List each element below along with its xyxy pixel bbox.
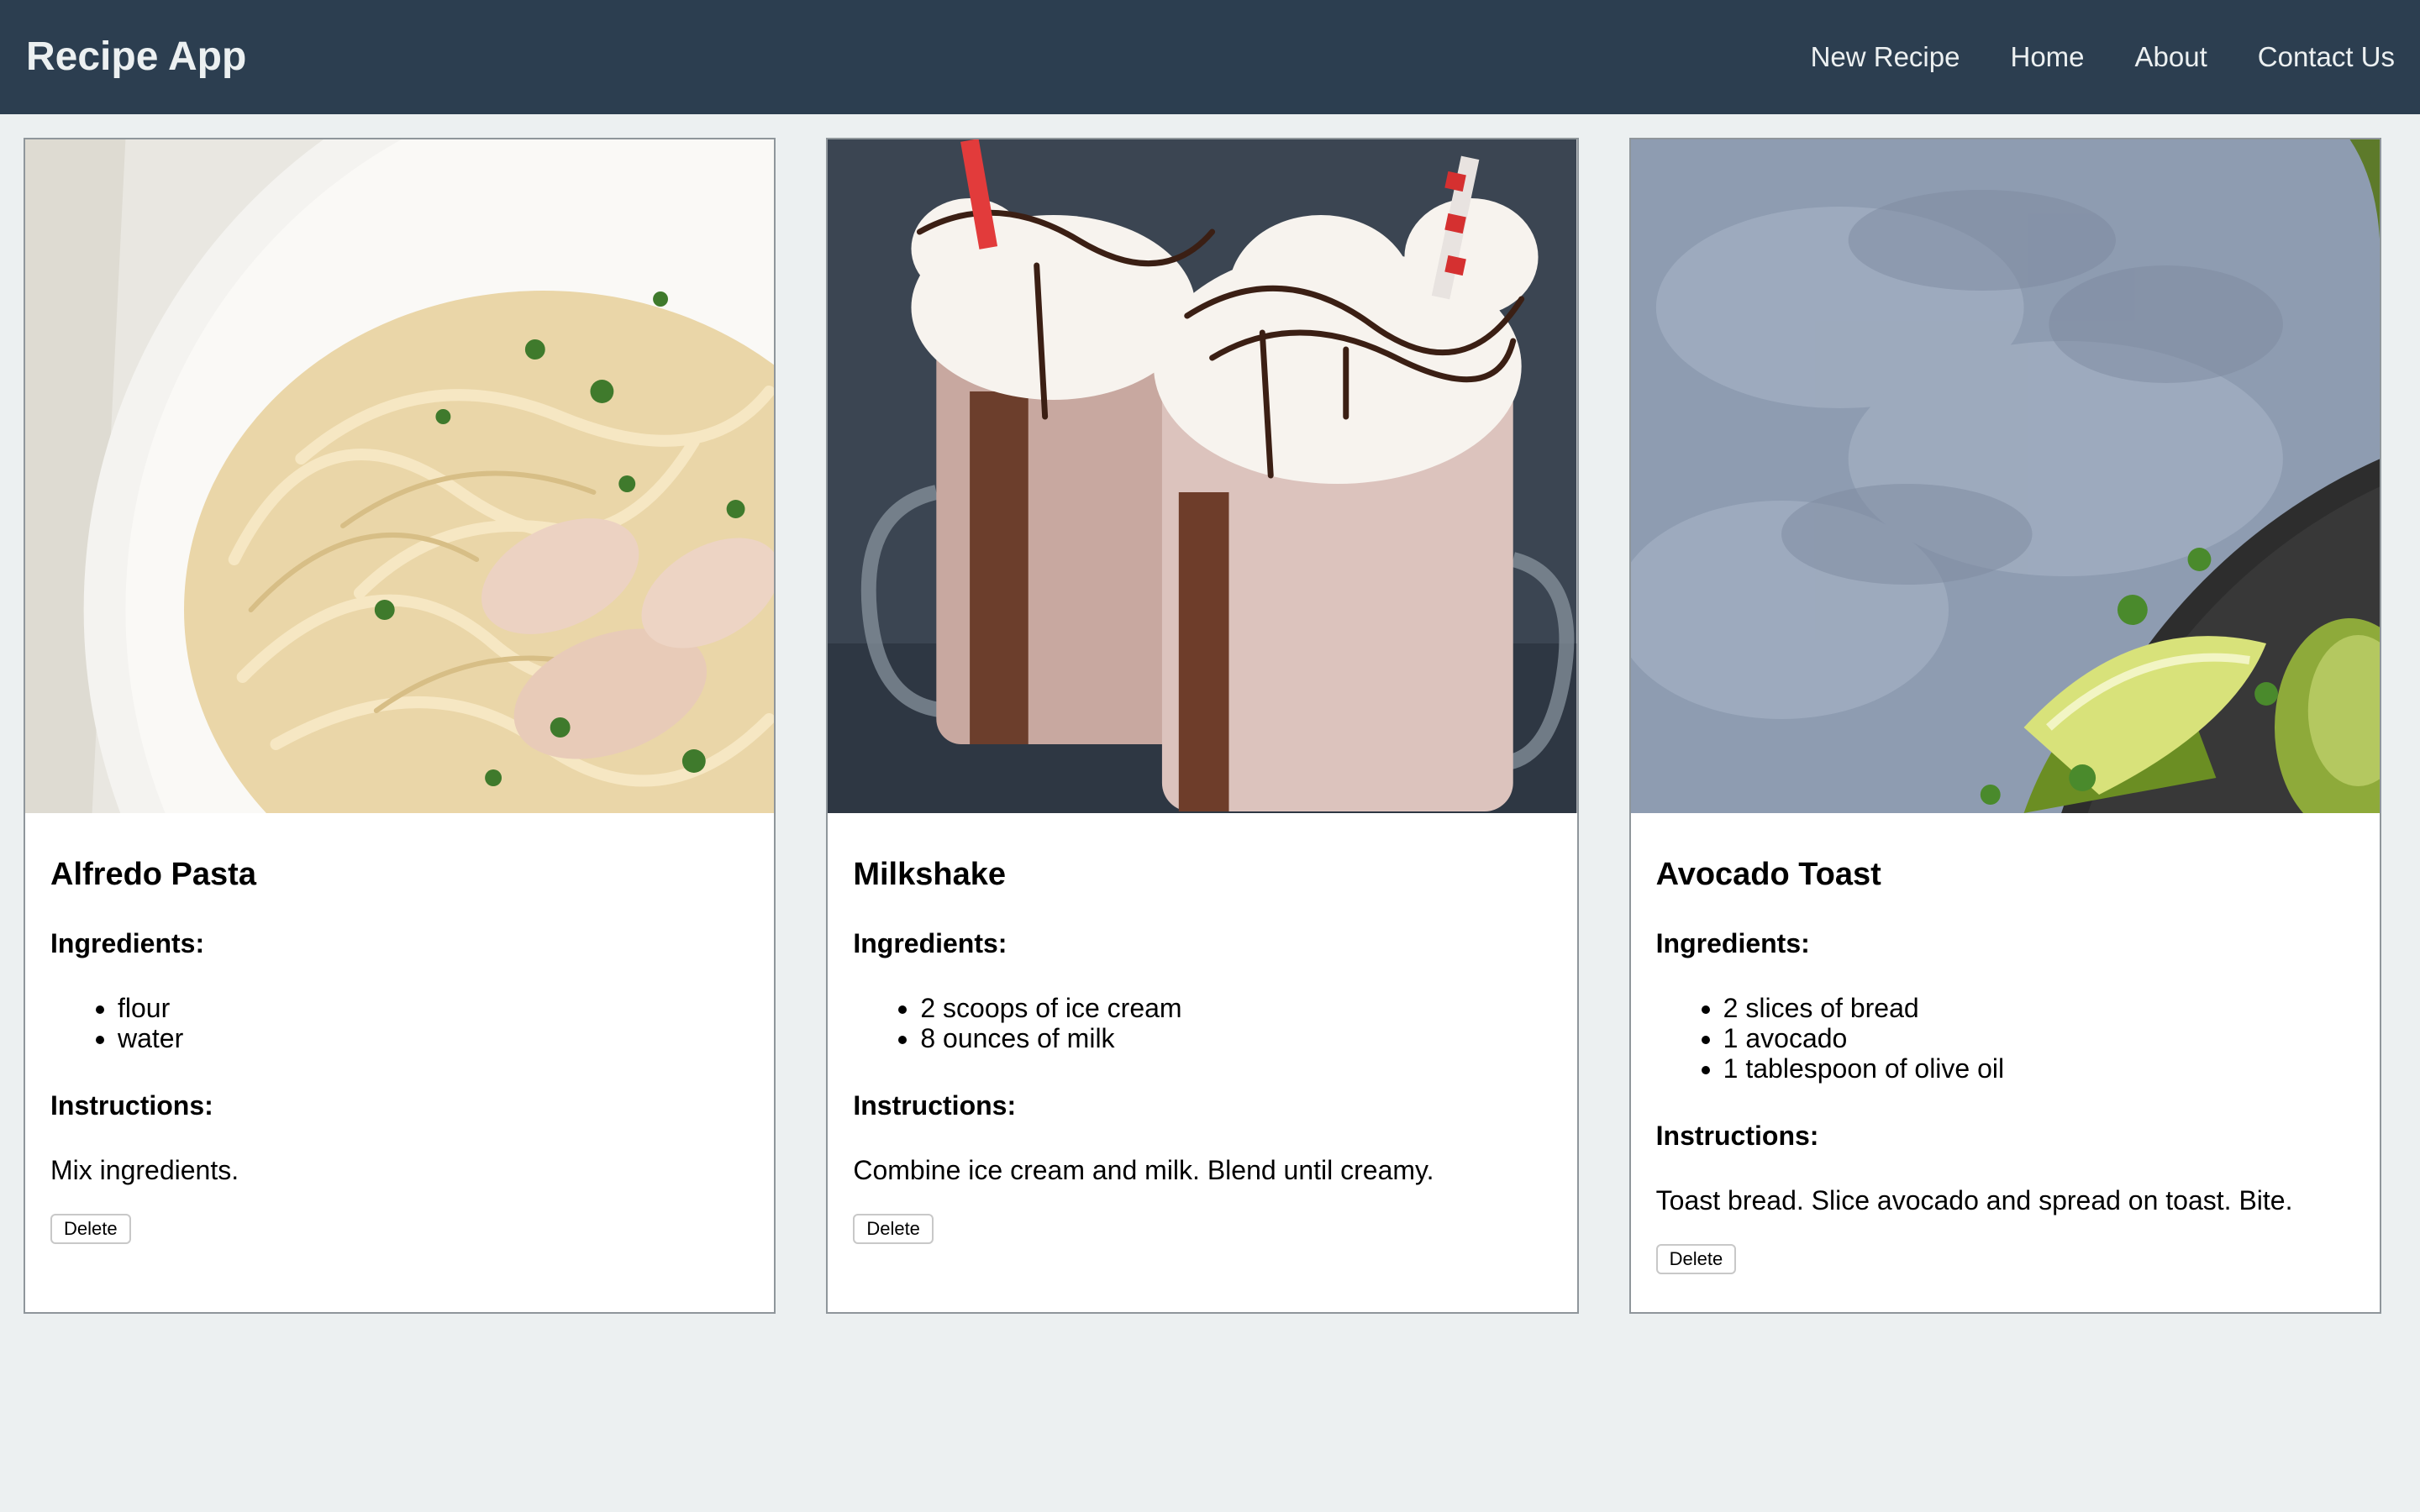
delete-button[interactable]: Delete (1655, 1244, 1737, 1274)
ingredients-list: flour water (50, 993, 749, 1053)
delete-button[interactable]: Delete (50, 1214, 131, 1244)
ingredient-item: 8 ounces of milk (920, 1023, 1551, 1053)
ingredient-item: flour (118, 993, 749, 1023)
ingredient-item: 1 tablespoon of olive oil (1723, 1053, 2354, 1084)
recipe-title: Avocado Toast (1655, 857, 1881, 892)
ingredients-label: Ingredients: (1655, 928, 1810, 958)
recipe-card: Milkshake Ingredients: 2 scoops of ice c… (826, 138, 1579, 1314)
ingredient-item: 1 avocado (1723, 1023, 2354, 1053)
recipe-image-avocado-toast (1630, 139, 2380, 813)
ingredients-list: 2 scoops of ice cream 8 ounces of milk (853, 993, 1551, 1053)
ingredient-item: 2 slices of bread (1723, 993, 2354, 1023)
recipe-card-body: Avocado Toast Ingredients: 2 slices of b… (1631, 813, 2380, 1274)
recipe-card: Avocado Toast Ingredients: 2 slices of b… (1628, 138, 2381, 1314)
nav-home-link[interactable]: Home (2010, 41, 2084, 73)
app-title[interactable]: Recipe App (26, 0, 246, 114)
ingredients-list: 2 slices of bread 1 avocado 1 tablespoon… (1656, 993, 2354, 1084)
nav-new-recipe-link[interactable]: New Recipe (1811, 41, 1960, 73)
instructions-label: Instructions: (1655, 1121, 1819, 1151)
ingredient-item: water (118, 1023, 749, 1053)
instructions-label: Instructions: (853, 1090, 1017, 1121)
recipe-image-pasta (25, 139, 775, 813)
recipe-title: Milkshake (853, 857, 1006, 892)
recipe-title: Alfredo Pasta (50, 857, 256, 892)
recipe-card-body: Milkshake Ingredients: 2 scoops of ice c… (828, 813, 1576, 1244)
nav-about-link[interactable]: About (2135, 41, 2207, 73)
nav-contact-link[interactable]: Contact Us (2258, 41, 2395, 73)
nav-links: New Recipe Home About Contact Us (1811, 0, 2395, 114)
recipe-card: Alfredo Pasta Ingredients: flour water I… (24, 138, 776, 1314)
instructions-text: Mix ingredients. (50, 1155, 239, 1185)
instructions-label: Instructions: (50, 1090, 213, 1121)
delete-button[interactable]: Delete (853, 1214, 934, 1244)
instructions-text: Combine ice cream and milk. Blend until … (853, 1155, 1434, 1185)
instructions-text: Toast bread. Slice avocado and spread on… (1655, 1185, 2293, 1215)
ingredients-label: Ingredients: (50, 928, 205, 958)
recipe-card-body: Alfredo Pasta Ingredients: flour water I… (25, 813, 774, 1244)
ingredient-item: 2 scoops of ice cream (920, 993, 1551, 1023)
ingredients-label: Ingredients: (853, 928, 1007, 958)
recipe-image-milkshake (828, 139, 1577, 813)
recipe-cards: Alfredo Pasta Ingredients: flour water I… (24, 138, 2381, 1314)
navbar: Recipe App New Recipe Home About Contact… (0, 0, 2420, 114)
